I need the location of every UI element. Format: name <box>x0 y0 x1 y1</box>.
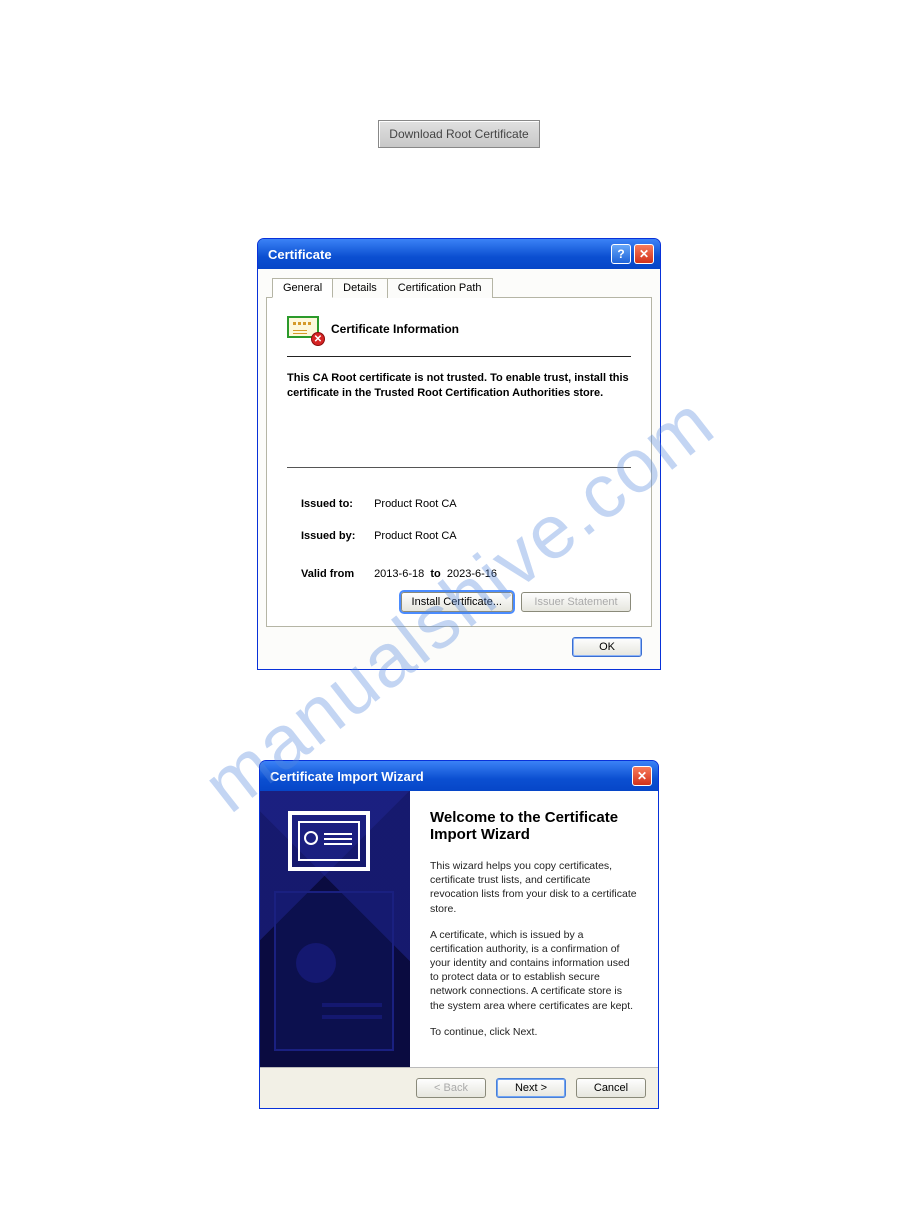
cert-tab-panel: ✕ Certificate Information This CA Root c… <box>266 297 652 627</box>
wizard-para1: This wizard helps you copy certificates,… <box>430 859 638 916</box>
close-icon[interactable]: ✕ <box>634 244 654 264</box>
tab-details[interactable]: Details <box>332 278 388 298</box>
import-wizard-dialog: Certificate Import Wizard ✕ Welcome to t… <box>259 760 659 1109</box>
download-root-cert-button[interactable]: Download Root Certificate <box>378 120 539 148</box>
issued-to-value: Product Root CA <box>374 498 457 510</box>
wizard-footer: < Back Next > Cancel <box>260 1067 658 1108</box>
next-button[interactable]: Next > <box>496 1078 566 1098</box>
ok-button[interactable]: OK <box>572 637 642 657</box>
wizard-para3: To continue, click Next. <box>430 1025 638 1039</box>
tab-general[interactable]: General <box>272 278 333 298</box>
issued-by-value: Product Root CA <box>374 530 457 542</box>
certificate-title: Certificate <box>268 247 332 262</box>
issued-by-row: Issued by: Product Root CA <box>301 530 631 542</box>
cert-error-badge-icon: ✕ <box>311 332 325 346</box>
cancel-button[interactable]: Cancel <box>576 1078 646 1098</box>
wizard-heading: Welcome to the Certificate Import Wizard <box>430 809 638 843</box>
cert-info-heading: Certificate Information <box>331 322 459 336</box>
wizard-banner-graphic <box>260 791 410 1067</box>
certificate-titlebar: Certificate ? ✕ <box>258 239 660 269</box>
issued-to-row: Issued to: Product Root CA <box>301 498 631 510</box>
valid-to-value: 2023-6-16 <box>447 568 497 580</box>
cert-tabs: General Details Certification Path <box>266 277 652 297</box>
valid-from-label: Valid from <box>301 568 371 580</box>
install-certificate-button[interactable]: Install Certificate... <box>401 592 513 612</box>
valid-from-row: Valid from 2013-6-18 to 2023-6-16 <box>301 568 631 580</box>
certificate-dialog: Certificate ? ✕ General Details Certific… <box>257 238 661 670</box>
cert-trust-message: This CA Root certificate is not trusted.… <box>287 371 631 401</box>
help-icon[interactable]: ? <box>611 244 631 264</box>
issued-by-label: Issued by: <box>301 530 371 542</box>
back-button: < Back <box>416 1078 486 1098</box>
valid-from-value: 2013-6-18 <box>374 568 424 580</box>
wizard-titlebar: Certificate Import Wizard ✕ <box>260 761 658 791</box>
certificate-icon: ✕ <box>287 316 321 342</box>
wizard-cert-icon <box>288 811 370 871</box>
tab-certification-path[interactable]: Certification Path <box>387 278 493 298</box>
wizard-title: Certificate Import Wizard <box>270 769 424 784</box>
close-icon[interactable]: ✕ <box>632 766 652 786</box>
issuer-statement-button: Issuer Statement <box>521 592 631 612</box>
issued-to-label: Issued to: <box>301 498 371 510</box>
valid-to-label: to <box>430 568 440 580</box>
wizard-para2: A certificate, which is issued by a cert… <box>430 928 638 1013</box>
